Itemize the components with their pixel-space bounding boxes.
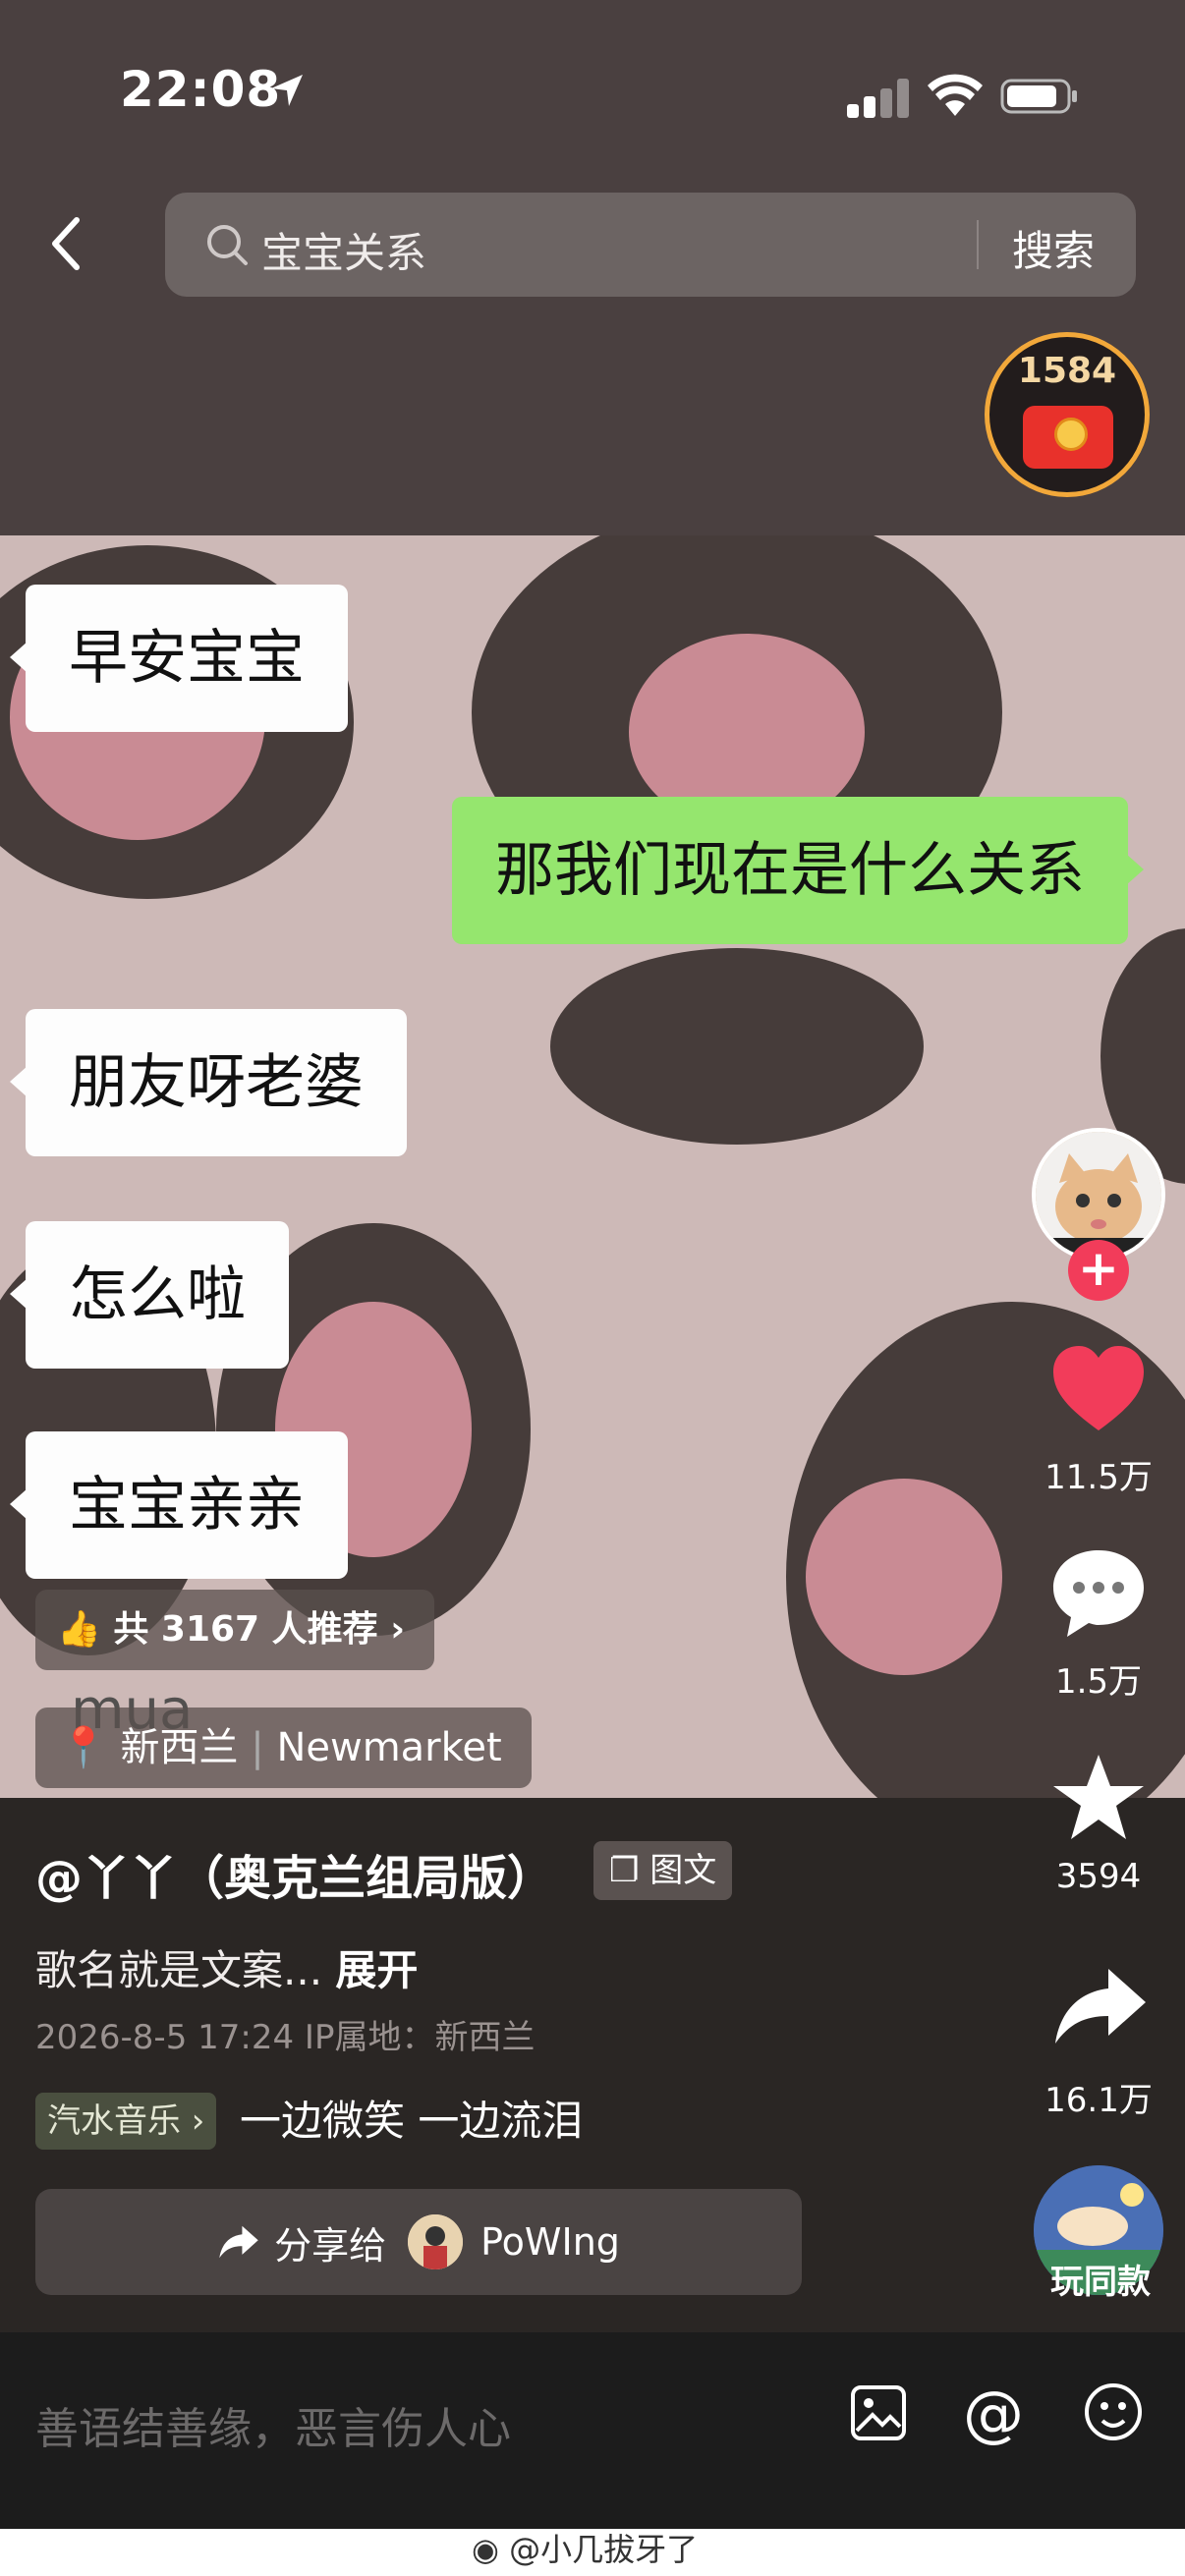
comment-bubble-icon[interactable] [1049,1546,1148,1641]
search-button[interactable]: 搜索 [1012,218,1095,278]
location-arrow-icon [271,75,303,106]
comment-input[interactable]: 善语结善缘，恶言伤人心 [35,2393,511,2456]
music-app-tag[interactable]: 汽水音乐 › [35,2093,217,2150]
follow-plus-button[interactable]: + [1068,1240,1129,1301]
share-arrow-icon[interactable] [1051,1965,1150,2047]
like-count: 11.5万 [1044,1458,1153,1497]
cellular-signal-icon [847,77,910,118]
thumbs-up-icon: 👍 [57,1609,101,1650]
share-arrow-icon [219,2225,258,2259]
cat-avatar-icon [1036,1132,1161,1258]
location-divider: | [251,1725,277,1770]
image-picker-icon[interactable] [849,2383,908,2442]
post-type-badge: ❐ 图文 [593,1841,733,1900]
back-chevron-icon[interactable] [47,214,86,273]
weibo-watermark: ◉ @小几拔牙了 [472,2525,698,2570]
location-pill[interactable]: 📍 新西兰 | Newmarket [35,1708,532,1788]
chat-bubble-left: 怎么啦 [10,1221,289,1369]
chat-bubble-left: 早安宝宝 [10,585,348,732]
chevron-right-icon: › [390,1609,406,1650]
share-content: 分享给 PoWIng [35,2189,802,2295]
search-icon [207,225,248,265]
coin-knob [1054,418,1088,451]
search-bar[interactable]: 宝宝关系 搜索 [165,193,1136,297]
emoji-icon[interactable] [1083,2381,1144,2442]
post-meta: 2026-8-5 17:24 IP属地：新西兰 [35,2018,536,2057]
music-title[interactable]: 一边微笑 一边流泪 [240,2093,583,2150]
weibo-icon: ◉ [472,2531,499,2568]
coin-reward-widget[interactable]: 1584 [985,332,1150,497]
mention-icon[interactable]: @ [963,2378,1024,2449]
share-label: 分享给 [274,2223,387,2268]
chat-bubble-right: 那我们现在是什么关系 [452,797,1144,944]
wifi-icon [928,74,983,116]
expand-button[interactable]: 展开 [335,1946,418,1994]
location-place: Newmarket [276,1725,502,1770]
star-icon[interactable] [1049,1751,1148,1845]
location-city: 新西兰 [120,1725,239,1770]
friend-avatar [408,2214,464,2269]
battery-icon [1000,79,1077,114]
heart-icon[interactable] [1049,1344,1148,1434]
description-text: 歌名就是文案... [35,1946,323,1994]
chat-bubble-left: 宝宝亲亲 [10,1431,348,1579]
post-type-label: 图文 [649,1851,717,1890]
share-username: PoWIng [480,2220,620,2264]
share-count: 16.1万 [1044,2081,1153,2120]
comment-bar: 善语结善缘，恶言伤人心 @ [0,2332,1185,2529]
search-input[interactable]: 宝宝关系 [261,220,426,280]
chat-bubble-left: 朋友呀老婆 [10,1009,407,1156]
share-to-friend-button[interactable]: 分享给 PoWIng [35,2189,802,2295]
watermark-text: @小几拔牙了 [509,2531,699,2568]
favorite-count: 3594 [1055,1857,1142,1896]
comment-count: 1.5万 [1054,1662,1143,1702]
recommend-pill[interactable]: 👍 共 3167 人推荐 › [35,1590,435,1670]
image-text-icon: ❐ [609,1851,640,1890]
author-name[interactable]: @丫丫（奥克兰组局版） [35,1839,554,1908]
coin-count: 1584 [1017,351,1117,391]
map-pin-icon: 📍 [59,1725,108,1770]
post-description: 歌名就是文案... 展开 [35,1937,418,1997]
search-divider [977,220,979,269]
status-time: 22:08 [120,61,282,118]
recommend-text: 共 3167 人推荐 [113,1609,378,1650]
remix-label: 玩同款 [1050,2263,1151,2302]
